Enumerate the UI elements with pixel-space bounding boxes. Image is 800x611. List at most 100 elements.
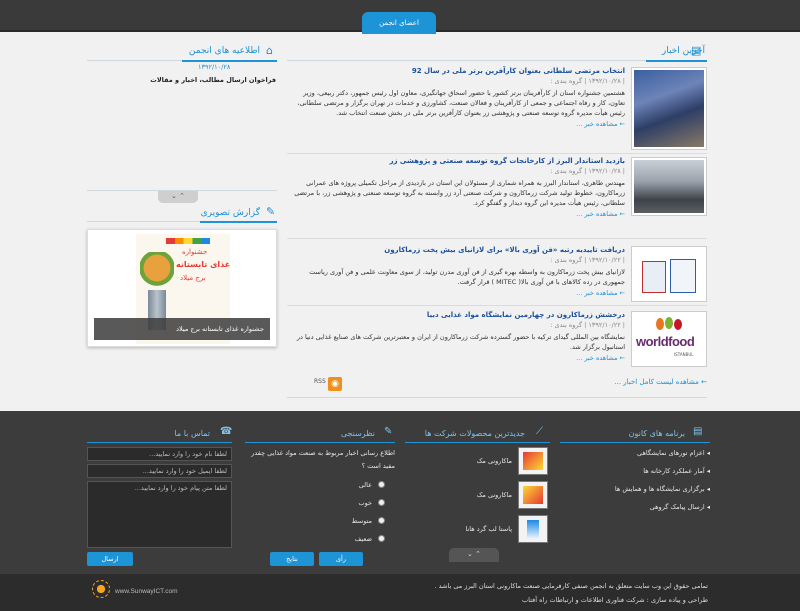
news-more-link[interactable]: ← مشاهده خبر ... [287, 210, 625, 218]
programs-list: ◂ اعزام تورهای نمایشگاهی ◂ آمار عملکرد ک… [560, 449, 710, 521]
news-title[interactable]: درخشش زرماکارون در چهارمین نمایشگاه مواد… [287, 311, 625, 319]
association-notice-link[interactable]: فراخوان ارسال مطالب، اخبار و مقالات [150, 76, 276, 84]
contact-title: تماس با ما [174, 429, 210, 438]
poll-option: خوب [358, 499, 373, 507]
news-bottom-divider [287, 397, 707, 398]
program-item[interactable]: ◂ آمار عملکرد کارخانه ها [560, 467, 710, 485]
news-more-label: مشاهده خبر ... [576, 210, 618, 218]
poster-line-3: برج میلاد [180, 274, 206, 282]
poll-option: متوسط [351, 517, 372, 525]
send-button[interactable]: ارسال [87, 552, 133, 566]
poster-line-2: غذای تابستانه [176, 260, 231, 269]
program-item[interactable]: ◂ برگزاری نمایشگاه ها و همایش ها [560, 485, 710, 503]
name-field[interactable]: لطفا نام خود را وارد نمایید... [87, 447, 232, 461]
news-thumbnail[interactable]: worldfood ISTANBUL [631, 311, 707, 367]
products-title: جدیدترین محصولات شرکت ها [424, 429, 525, 438]
poster-line-1: جشنواره [182, 248, 208, 256]
news-meta: | ۱۳۹۲/۱۰/۲۸ | گروه بندی : [550, 77, 625, 85]
product-thumbnail[interactable] [518, 481, 548, 509]
news-more-label: مشاهده خبر ... [576, 289, 618, 297]
news-divider-accent [646, 60, 707, 62]
camera-icon: ✎ [266, 205, 276, 218]
news-item: دریافت تاییدیه رتبه «فن آوری بالا» برای … [287, 246, 625, 297]
product-name[interactable]: پاستا لب گرد هانا [440, 525, 512, 533]
news-item: بازدید استاندار البرز از کارخانجات گروه … [287, 157, 625, 218]
program-item[interactable]: ◂ ارسال پیامک گروهی [560, 503, 710, 521]
program-item-label: اعزام تورهای نمایشگاهی [637, 449, 705, 457]
worldfood-logo: worldfood [636, 334, 695, 349]
email-field[interactable]: لطفا ایمیل خود را وارد نمایید... [87, 464, 232, 478]
poll-icon: ✎ [384, 426, 393, 437]
credits-text: طراحی و پیاده سازی : شرکت فناوری اطلاعات… [522, 596, 708, 604]
all-news-link[interactable]: ← مشاهده لیست کامل اخبار ... [440, 378, 707, 386]
poll-radio[interactable] [378, 535, 385, 542]
results-button[interactable]: نتایج [270, 552, 314, 566]
news-meta: | ۱۳۹۲/۱۰/۲۲ | گروه بندی : [550, 321, 625, 329]
tab-members[interactable]: اعضای انجمن [362, 12, 436, 34]
news-body: هشتمین جشنواره استان از کارآفرینان برتر … [297, 89, 625, 117]
news-title[interactable]: انتخاب مرتضی سلطانی بعنوان کارآفرین برتر… [287, 67, 625, 75]
program-item-label: ارسال پیامک گروهی [649, 503, 705, 511]
news-title[interactable]: دریافت تاییدیه رتبه «فن آوری بالا» برای … [287, 246, 625, 254]
association-date: ۱۳۹۲/۱۰/۲۸ [198, 63, 231, 71]
news-more-link[interactable]: ← مشاهده خبر ... [287, 120, 625, 128]
poll-title: نظرسنجی [340, 429, 375, 438]
news-more-link[interactable]: ← مشاهده خبر ... [287, 354, 625, 362]
poll-option: ضعیف [354, 535, 372, 543]
news-thumbnail[interactable] [631, 157, 707, 216]
news-separator [287, 305, 707, 306]
rss-icon[interactable]: ◉ [328, 377, 342, 391]
program-item-label: برگزاری نمایشگاه ها و همایش ها [614, 485, 705, 493]
company-logo-text[interactable]: www.SunwayICT.com [115, 588, 178, 595]
gallery-caption: جشنواره غذای تابستانه برج میلاد [94, 318, 270, 340]
program-item[interactable]: ◂ اعزام تورهای نمایشگاهی [560, 449, 710, 467]
product-thumbnail[interactable] [518, 447, 548, 475]
poll-radio[interactable] [378, 481, 385, 488]
association-section-title: اطلاعیه های انجمن [188, 46, 260, 56]
gallery-frame[interactable]: جشنواره غذای تابستانه برج میلاد جشنواره … [87, 229, 277, 347]
poll-option: عالی [358, 481, 372, 489]
association-scroll-control[interactable]: ⌄ ⌃ [158, 191, 198, 203]
poll-radio[interactable] [378, 499, 385, 506]
poll-radio[interactable] [378, 517, 385, 524]
book-icon: ⌂ [266, 44, 273, 57]
news-thumbnail[interactable] [631, 67, 707, 150]
news-more-label: مشاهده خبر ... [576, 354, 618, 362]
news-more-label: مشاهده خبر ... [576, 120, 618, 128]
all-news-label: مشاهده لیست کامل اخبار ... [614, 378, 699, 386]
news-item: انتخاب مرتضی سلطانی بعنوان کارآفرین برتر… [287, 67, 625, 128]
news-separator [287, 238, 707, 239]
products-divider [405, 442, 550, 443]
vote-button[interactable]: رأی [319, 552, 363, 566]
tag-icon: ⟋ [536, 426, 543, 437]
news-item: درخشش زرماکارون در چهارمین نمایشگاه مواد… [287, 311, 625, 362]
news-title[interactable]: بازدید استاندار البرز از کارخانجات گروه … [287, 157, 625, 165]
products-scroll-control[interactable]: ⌄ ⌃ [449, 548, 499, 562]
news-section-title: آخرین اخبار [661, 46, 705, 56]
programs-divider [560, 442, 710, 443]
news-body: نمایشگاه بین المللی گیدای ترکیه با حضور … [296, 333, 625, 351]
product-name[interactable]: ماکارونی مک [440, 457, 512, 465]
poll-divider [245, 442, 395, 443]
copyright-text: تمامی حقوق این وب سایت متعلق به انجمن صن… [434, 582, 709, 590]
product-thumbnail[interactable] [518, 515, 548, 543]
message-field[interactable]: لطفا متن پیام خود را وارد نمایید... [87, 481, 232, 548]
rss-label[interactable]: RSS [314, 378, 326, 385]
poll-question: اطلاع رسانی اخبار مربوط به صنعت مواد غذا… [251, 449, 395, 470]
programs-title: برنامه های کانون [628, 429, 685, 438]
document-icon: ▤ [693, 426, 703, 437]
news-meta: | ۱۳۹۲/۱۰/۲۸ | گروه بندی : [550, 167, 625, 175]
news-thumbnail[interactable] [631, 246, 707, 302]
program-item-label: آمار عملکرد کارخانه ها [643, 467, 705, 475]
product-name[interactable]: ماکارونی مک [440, 491, 512, 499]
phone-icon: ☎ [220, 426, 233, 437]
news-more-link[interactable]: ← مشاهده خبر ... [287, 289, 625, 297]
association-divider-accent [182, 60, 277, 62]
news-meta: | ۱۳۹۲/۱۰/۲۲ | گروه بندی : [550, 256, 625, 264]
news-separator [287, 153, 707, 154]
gallery-divider-accent [200, 221, 277, 223]
news-divider [287, 60, 707, 61]
news-body: لازانیای بیش پخت زرماکارون به واسطه بهره… [309, 268, 625, 286]
sun-logo-icon [92, 580, 110, 598]
news-body: مهندس طاهری، استاندار البرز به همراه شما… [294, 179, 625, 207]
